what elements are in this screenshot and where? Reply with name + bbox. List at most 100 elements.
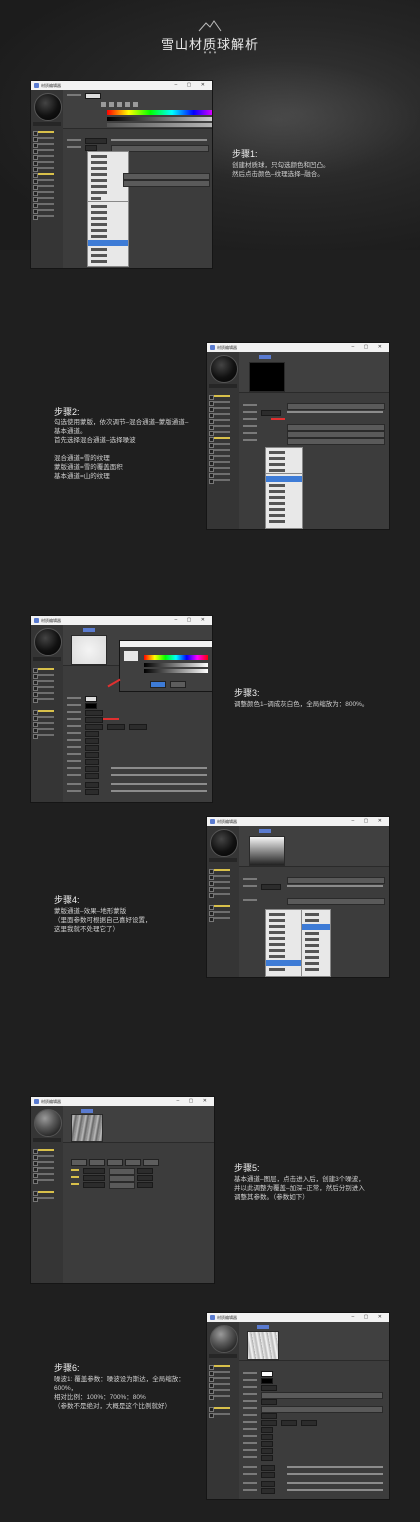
texture-submenu[interactable]: [87, 201, 129, 267]
channel-diffuse[interactable]: [209, 874, 237, 880]
channel-alpha[interactable]: [33, 184, 61, 190]
global-scale-row[interactable]: [243, 1413, 383, 1419]
value-slider[interactable]: [107, 123, 212, 127]
channel-luminance[interactable]: [209, 880, 237, 886]
octaves-row[interactable]: [243, 1399, 383, 1405]
relative-scale-row[interactable]: [67, 724, 207, 730]
channel-alpha[interactable]: [209, 448, 237, 454]
blend-row[interactable]: [243, 1481, 383, 1487]
window-controls[interactable]: – ▢ ✕: [352, 818, 386, 824]
channel-alpha[interactable]: [33, 721, 61, 727]
brightness-row[interactable]: [67, 766, 207, 772]
channel-glow[interactable]: [33, 727, 61, 733]
channel-reflectance[interactable]: [33, 1172, 61, 1178]
cancel-button[interactable]: [170, 681, 186, 688]
channel-transparency[interactable]: [33, 148, 61, 154]
ok-button[interactable]: [150, 681, 166, 688]
mode-row[interactable]: [243, 403, 385, 410]
window-controls[interactable]: – ▢ ✕: [177, 1098, 211, 1104]
brightness-row[interactable]: [67, 138, 207, 144]
blend-channel-row[interactable]: [243, 424, 385, 431]
noise-tab[interactable]: [257, 1325, 269, 1329]
channel-environment[interactable]: [209, 424, 237, 430]
window-controls[interactable]: – ▢ ✕: [352, 344, 386, 350]
channel-luminance[interactable]: [33, 1160, 61, 1166]
absolute-row[interactable]: [243, 1427, 383, 1433]
channel-normal[interactable]: [33, 178, 61, 184]
channel-reflectance[interactable]: [209, 1388, 237, 1394]
channel-bump[interactable]: [209, 436, 237, 442]
channel-glow[interactable]: [209, 454, 237, 460]
noise-layer-3[interactable]: [71, 1182, 191, 1189]
window-controls[interactable]: – ▢ ✕: [352, 1314, 386, 1320]
high-clip-row[interactable]: [243, 1455, 383, 1461]
channel-displacement[interactable]: [33, 733, 61, 739]
channel-color[interactable]: [33, 1148, 61, 1154]
picker-hue-slider[interactable]: [144, 655, 208, 660]
channel-normal[interactable]: [33, 1196, 61, 1202]
base-channel-row[interactable]: [243, 438, 385, 445]
cycles-row[interactable]: [67, 745, 207, 751]
contrast-row[interactable]: [67, 773, 207, 779]
channel-editor[interactable]: [209, 466, 237, 472]
channel-environment[interactable]: [33, 697, 61, 703]
channel-fog[interactable]: [209, 430, 237, 436]
octaves-row[interactable]: [67, 731, 207, 737]
channel-illumination[interactable]: [209, 472, 237, 478]
mix-mode-field[interactable]: [123, 173, 210, 180]
picker-icon[interactable]: [117, 102, 122, 107]
channel-luminance[interactable]: [33, 142, 61, 148]
channel-displacement[interactable]: [33, 196, 61, 202]
use-mask-row[interactable]: [243, 417, 293, 421]
color-picker-popup[interactable]: [119, 640, 212, 692]
channel-diffuse[interactable]: [209, 400, 237, 406]
channel-color[interactable]: [33, 130, 61, 136]
seed-row[interactable]: [243, 1385, 383, 1391]
contrast-row[interactable]: [243, 1472, 383, 1478]
layer-tab[interactable]: [81, 1109, 93, 1113]
absolute-row[interactable]: [67, 738, 207, 744]
channel-glow[interactable]: [33, 190, 61, 196]
layer-delete-button[interactable]: [125, 1159, 141, 1166]
channel-reflectance[interactable]: [209, 892, 237, 898]
channel-normal[interactable]: [209, 910, 237, 916]
channel-editor[interactable]: [33, 202, 61, 208]
channel-transparency[interactable]: [209, 886, 237, 892]
channel-normal[interactable]: [209, 442, 237, 448]
channel-environment[interactable]: [209, 1394, 237, 1400]
layer-effect-button[interactable]: [107, 1159, 123, 1166]
channel-displacement[interactable]: [209, 460, 237, 466]
window-controls[interactable]: – ▢ ✕: [175, 82, 209, 88]
mix-strength-row[interactable]: [243, 1488, 383, 1494]
mask-channel-row[interactable]: [243, 431, 385, 438]
channel-transparency[interactable]: [209, 1382, 237, 1388]
fusion-tab[interactable]: [259, 829, 271, 833]
picker-sat-slider[interactable]: [144, 663, 208, 667]
channel-transparency[interactable]: [33, 685, 61, 691]
channel-diffuse[interactable]: [33, 136, 61, 142]
channel-diffuse[interactable]: [209, 1370, 237, 1376]
channel-illumination[interactable]: [33, 208, 61, 214]
low-clip-row[interactable]: [243, 1448, 383, 1454]
effects-submenu[interactable]: [301, 909, 331, 977]
window-controls[interactable]: – ▢ ✕: [175, 617, 209, 623]
color-row[interactable]: [67, 93, 127, 99]
noise-submenu[interactable]: [265, 473, 303, 529]
cycles-row[interactable]: [243, 1434, 383, 1440]
channel-diffuse[interactable]: [33, 673, 61, 679]
channel-normal[interactable]: [209, 1412, 237, 1418]
channel-transparency[interactable]: [209, 412, 237, 418]
noise-type-row[interactable]: [243, 1392, 383, 1399]
brightness-row[interactable]: [243, 1465, 383, 1471]
global-scale-row[interactable]: [67, 717, 207, 723]
channel-environment[interactable]: [33, 1178, 61, 1184]
color2-row[interactable]: [243, 1378, 383, 1384]
color-wheel-icon[interactable]: [101, 102, 106, 107]
terrain-mask-item[interactable]: [302, 924, 330, 930]
channel-bump[interactable]: [33, 709, 61, 715]
space-row[interactable]: [243, 1406, 383, 1413]
layer-shader-button[interactable]: [89, 1159, 105, 1166]
detail-row[interactable]: [243, 1441, 383, 1447]
layer-image-button[interactable]: [71, 1159, 87, 1166]
channel-environment[interactable]: [33, 160, 61, 166]
